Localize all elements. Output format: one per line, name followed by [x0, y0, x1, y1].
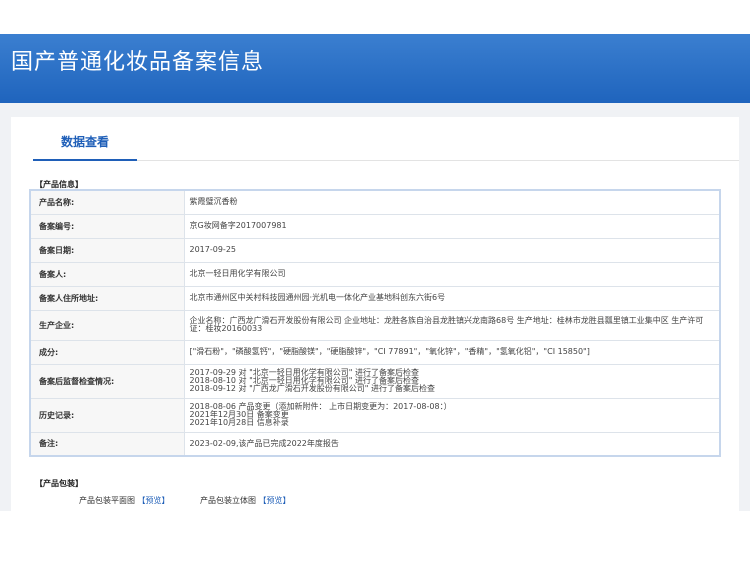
content-card: 数据查看 【产品信息】 产品名称: 紫霞璧沉香粉 备案编号: 京G妆网备字201… [11, 117, 739, 511]
row-label-filing-date: 备案日期: [29, 237, 185, 263]
package-3d-label: 产品包装立体图 [200, 496, 256, 505]
row-label-product-name: 产品名称: [29, 189, 185, 215]
row-value-registrant-address: 北京市通州区中关村科技园通州园·光机电一体化产业基地科创东六街6号 [183, 285, 721, 311]
page-title: 国产普通化妆品备案信息 [11, 50, 265, 75]
product-info-table: 产品名称: 紫霞璧沉香粉 备案编号: 京G妆网备字2017007981 备案日期… [29, 189, 721, 457]
row-label-registrant-address: 备案人住所地址: [29, 285, 185, 311]
table-row: 备注: 2023-02-09,该产品已完成2022年度报告 [29, 431, 721, 457]
row-label-remarks: 备注: [29, 431, 185, 457]
package-flat-label: 产品包装平面图 [79, 496, 135, 505]
package-section-title: 【产品包装】 [35, 479, 83, 488]
row-value-remarks: 2023-02-09,该产品已完成2022年度报告 [183, 431, 721, 457]
table-row: 历史记录: 2018-08-06 产品变更（添加新附件： 上市日期变更为：201… [29, 397, 721, 433]
row-label-ingredients: 成分: [29, 339, 185, 365]
table-row: 备案人住所地址: 北京市通州区中关村科技园通州园·光机电一体化产业基地科创东六街… [29, 285, 721, 311]
row-value-registrant: 北京一轻日用化学有限公司 [183, 261, 721, 287]
table-row: 备案编号: 京G妆网备字2017007981 [29, 213, 721, 239]
row-label-history: 历史记录: [29, 397, 185, 433]
tab-bar: 数据查看 [33, 117, 739, 161]
row-value-product-name: 紫霞璧沉香粉 [183, 189, 721, 215]
table-row: 成分: ["滑石粉"，"磷酸氢钙"，"硬脂酸镁"，"硬脂酸锌"，"CI 7789… [29, 339, 721, 365]
preview-link-flat[interactable]: 【预览】 [138, 496, 170, 505]
table-row: 备案日期: 2017-09-25 [29, 237, 721, 263]
header-banner: 国产普通化妆品备案信息 [0, 34, 750, 103]
preview-link-3d[interactable]: 【预览】 [259, 496, 291, 505]
row-value-supervision: 2017-09-29 对 "北京一轻日用化学有限公司" 进行了备案后检查 201… [183, 363, 721, 399]
table-row: 产品名称: 紫霞璧沉香粉 [29, 189, 721, 215]
row-value-ingredients: ["滑石粉"，"磷酸氢钙"，"硬脂酸镁"，"硬脂酸锌"，"CI 77891"，"… [183, 339, 721, 365]
table-row: 生产企业: 企业名称：广西龙广滑石开发股份有限公司 企业地址：龙胜各族自治县龙胜… [29, 309, 721, 341]
row-value-history: 2018-08-06 产品变更（添加新附件： 上市日期变更为：2017-08-0… [183, 397, 721, 433]
package-item-flat: 产品包装平面图 【预览】 [79, 495, 170, 506]
tab-data-view[interactable]: 数据查看 [33, 117, 137, 161]
row-label-filing-number: 备案编号: [29, 213, 185, 239]
row-label-manufacturer: 生产企业: [29, 309, 185, 341]
table-row: 备案后监督检查情况: 2017-09-29 对 "北京一轻日用化学有限公司" 进… [29, 363, 721, 399]
row-value-filing-date: 2017-09-25 [183, 237, 721, 263]
table-row: 备案人: 北京一轻日用化学有限公司 [29, 261, 721, 287]
package-item-3d: 产品包装立体图 【预览】 [200, 495, 291, 506]
row-value-filing-number: 京G妆网备字2017007981 [183, 213, 721, 239]
row-value-manufacturer: 企业名称：广西龙广滑石开发股份有限公司 企业地址：龙胜各族自治县龙胜镇兴龙南路6… [183, 309, 721, 341]
row-label-registrant: 备案人: [29, 261, 185, 287]
row-label-supervision: 备案后监督检查情况: [29, 363, 185, 399]
